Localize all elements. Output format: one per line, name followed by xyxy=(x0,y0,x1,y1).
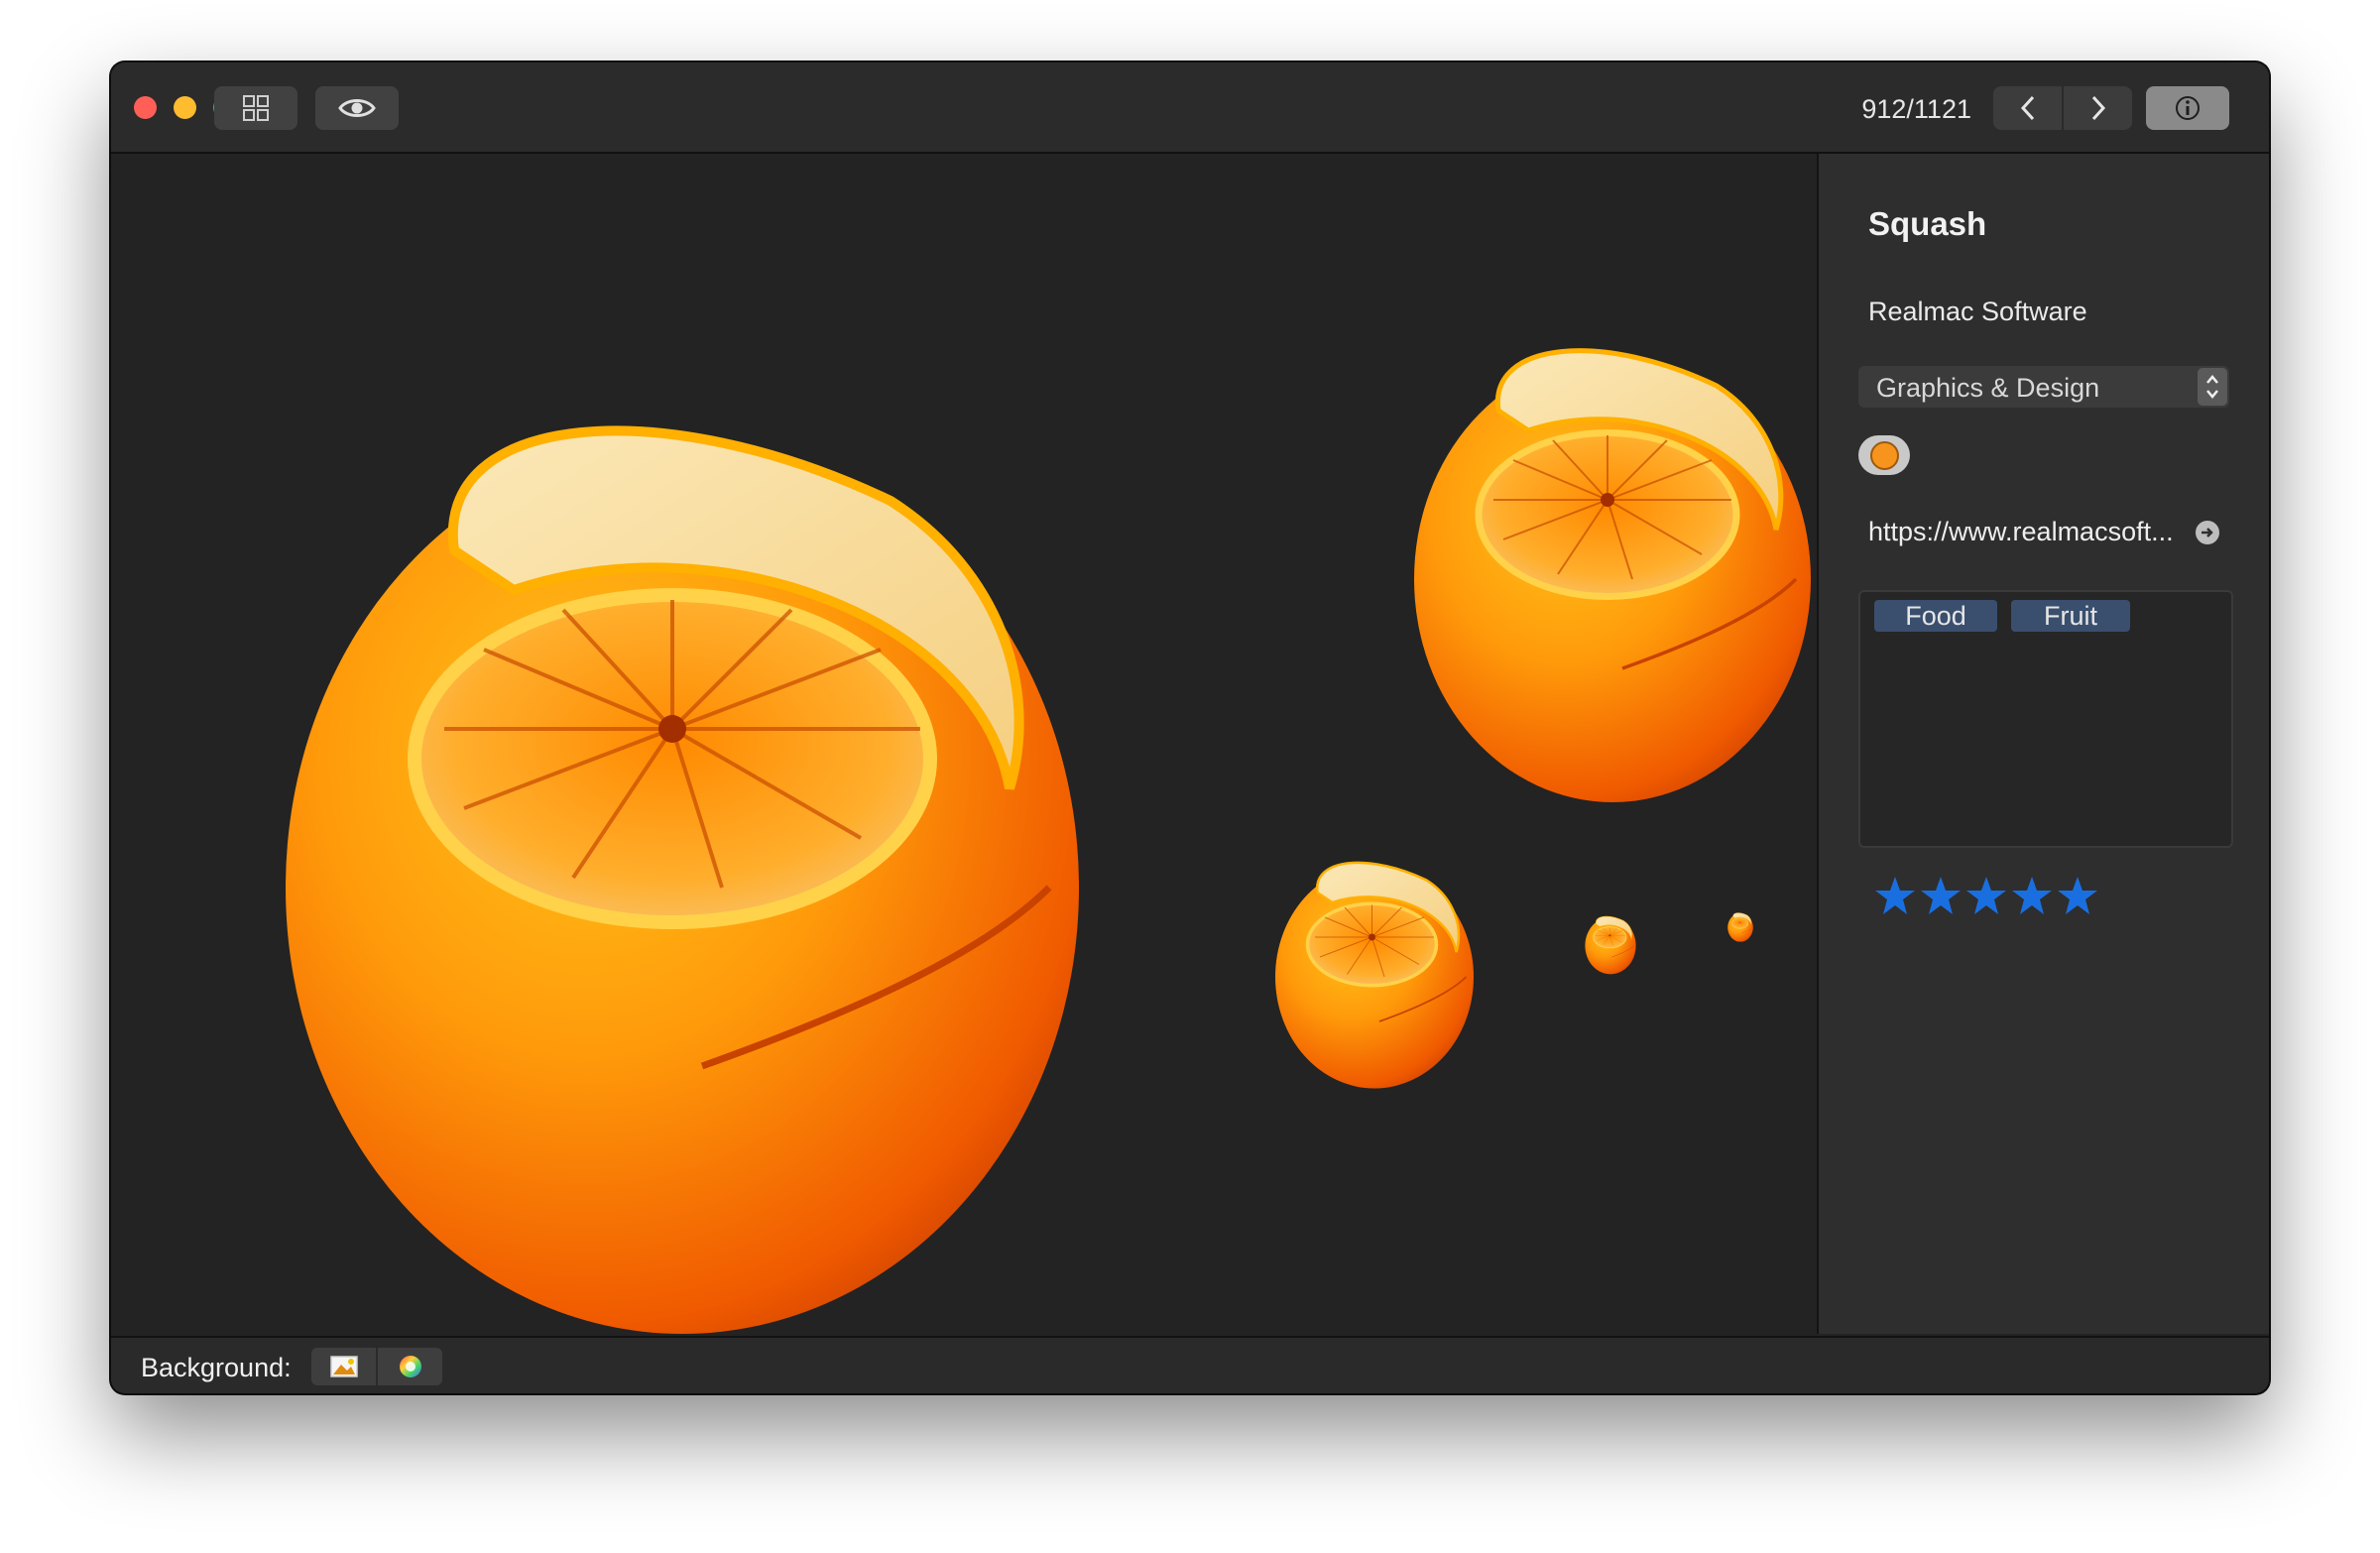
star-icon[interactable] xyxy=(2011,876,2053,915)
image-background-button[interactable] xyxy=(311,1348,376,1385)
app-url[interactable]: https://www.realmacsoft... xyxy=(1868,517,2174,547)
up-down-arrows-icon xyxy=(2198,368,2227,406)
orange-icon-micro xyxy=(1726,912,1754,942)
open-url-arrow-icon[interactable] xyxy=(2196,521,2219,544)
star-rating[interactable] xyxy=(1874,876,2098,915)
orange-icon-small xyxy=(1273,861,1476,1091)
info-button[interactable] xyxy=(2146,86,2229,130)
minimize-window-button[interactable] xyxy=(174,96,196,119)
category-select[interactable]: Graphics & Design xyxy=(1858,366,2229,408)
star-icon[interactable] xyxy=(1920,876,1962,915)
orange-icon-tiny xyxy=(1584,915,1637,975)
app-name[interactable]: Squash xyxy=(1868,205,1986,243)
orange-color-dot xyxy=(1869,440,1899,470)
category-value: Graphics & Design xyxy=(1876,373,2100,403)
developer-name[interactable]: Realmac Software xyxy=(1868,297,2087,327)
next-button[interactable] xyxy=(2064,86,2132,130)
info-sidebar: Squash Realmac Software Graphics & Desig… xyxy=(1817,154,2269,1334)
image-counter: 912/1121 xyxy=(1861,94,1971,124)
color-wheel-icon xyxy=(398,1354,423,1379)
color-background-button[interactable] xyxy=(378,1348,442,1385)
tag-fruit[interactable]: Fruit xyxy=(2011,600,2130,632)
star-icon[interactable] xyxy=(1965,876,2007,915)
title-bar: 912/1121 xyxy=(111,62,2269,154)
tags-field[interactable]: Food Fruit xyxy=(1858,590,2233,848)
chevron-left-icon xyxy=(2020,95,2036,121)
background-options xyxy=(311,1348,442,1385)
app-window: 912/1121 Squash Realmac Software Graphic… xyxy=(111,62,2269,1393)
preview-button[interactable] xyxy=(315,86,399,130)
image-icon xyxy=(329,1355,359,1378)
eye-icon xyxy=(338,96,376,120)
grid-icon xyxy=(242,94,270,122)
previous-button[interactable] xyxy=(1993,86,2062,130)
star-icon[interactable] xyxy=(1874,876,1916,915)
orange-icon-large xyxy=(286,430,1079,1334)
navigation-group xyxy=(1993,86,2132,130)
orange-icon-medium xyxy=(1414,351,1811,802)
info-icon xyxy=(2175,95,2201,121)
color-label-picker[interactable] xyxy=(1858,435,1910,475)
chevron-right-icon xyxy=(2090,95,2106,121)
icon-preview-canvas xyxy=(111,154,1816,1334)
background-label: Background: xyxy=(141,1353,292,1382)
tag-food[interactable]: Food xyxy=(1874,600,1997,632)
close-window-button[interactable] xyxy=(134,96,157,119)
star-icon[interactable] xyxy=(2057,876,2098,915)
status-bar: Background: xyxy=(111,1336,2269,1393)
grid-view-button[interactable] xyxy=(214,86,298,130)
